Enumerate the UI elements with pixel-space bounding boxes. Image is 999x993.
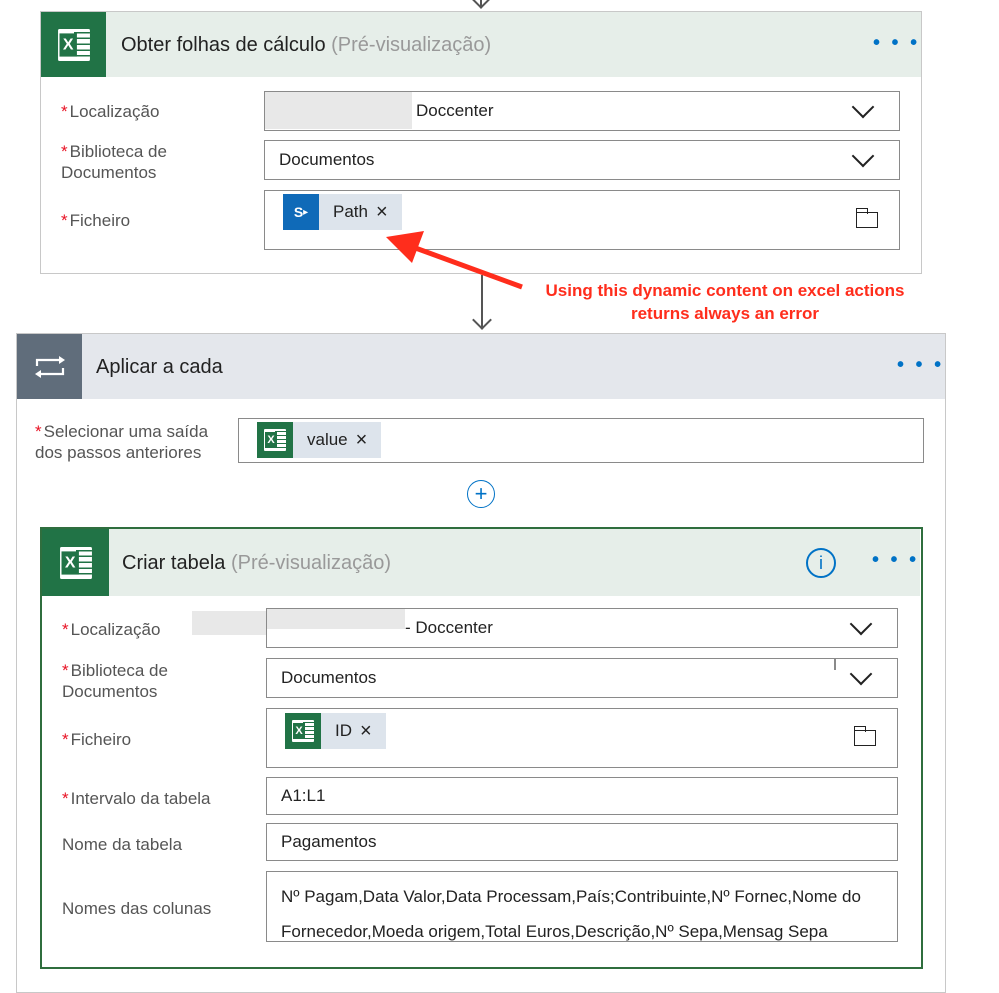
card-title: Obter folhas de cálculo	[121, 34, 326, 56]
card-title: Criar tabela	[122, 552, 226, 574]
location-dropdown[interactable]: Doccenter	[264, 91, 900, 131]
table-name-label: Nome da tabela	[62, 835, 183, 854]
loop-title: Aplicar a cada	[96, 356, 223, 378]
chevron-down-icon	[851, 95, 875, 119]
file-input[interactable]: S ▸ Path ×	[264, 190, 900, 250]
remove-token-icon[interactable]: ×	[376, 201, 388, 224]
more-options-icon[interactable]: • • •	[897, 354, 944, 377]
card-header[interactable]: X Criar tabela (Pré-visualização) i • • …	[42, 529, 920, 596]
excel-icon: X	[285, 713, 321, 749]
top-arrowhead-icon	[471, 0, 491, 9]
location-dropdown[interactable]: - Doccenter	[266, 608, 898, 648]
folder-icon[interactable]	[853, 726, 876, 746]
preview-tag: (Pré-visualização)	[230, 552, 392, 574]
sharepoint-icon: S ▸	[283, 194, 319, 230]
loop-icon	[17, 334, 82, 399]
excel-icon: X	[257, 422, 293, 458]
file-input[interactable]: X ID ×	[266, 708, 898, 768]
remove-token-icon[interactable]: ×	[356, 429, 368, 452]
annotation-text: Using this dynamic content on excel acti…	[545, 281, 905, 323]
connector-arrowhead-icon	[472, 310, 492, 330]
loop-header[interactable]: Aplicar a cada • • •	[17, 334, 945, 399]
excel-icon: X	[41, 12, 106, 77]
apply-to-each-container: Aplicar a cada • • • * Selecionar uma saí…	[16, 333, 946, 993]
add-step-icon[interactable]: +	[467, 480, 495, 508]
redacted-block	[265, 92, 412, 129]
remove-token-icon[interactable]: ×	[360, 720, 372, 743]
columns-label: Nomes das colunas	[62, 899, 212, 918]
columns-input[interactable]: Nº Pagam,Data Valor,Data Processam,País;…	[266, 871, 898, 942]
library-label: * Biblioteca de Documentos	[61, 142, 167, 182]
value-token[interactable]: X value ×	[257, 422, 382, 458]
file-label: * Ficheiro	[62, 730, 132, 749]
chevron-down-icon	[851, 144, 875, 168]
info-icon[interactable]: i	[806, 548, 836, 578]
library-dropdown[interactable]: Documentos	[264, 140, 900, 180]
select-output-input[interactable]: X value ×	[238, 418, 924, 463]
range-input[interactable]: A1:L1	[266, 777, 898, 815]
chevron-down-icon	[849, 612, 873, 636]
select-output-label: * Selecionar uma saída dos passos anterio…	[35, 422, 209, 462]
excel-icon: X	[42, 529, 109, 596]
library-dropdown[interactable]: Documentos	[266, 658, 898, 698]
card-header[interactable]: X Obter folhas de cálculo (Pré-visualiza…	[41, 12, 921, 77]
library-label: * Biblioteca de Documentos	[62, 661, 168, 701]
more-options-icon[interactable]: • • •	[873, 32, 920, 55]
location-label: * Localização	[62, 620, 161, 639]
preview-tag: (Pré-visualização)	[331, 34, 492, 56]
table-name-input[interactable]: Pagamentos	[266, 823, 898, 861]
location-label: * Localização	[61, 102, 160, 121]
file-label: * Ficheiro	[61, 211, 131, 230]
id-token[interactable]: X ID ×	[285, 713, 386, 749]
chevron-down-icon	[849, 662, 873, 686]
more-options-icon[interactable]: • • •	[872, 549, 919, 572]
card-create-table: X Criar tabela (Pré-visualização) i • • …	[40, 527, 923, 969]
range-label: * Intervalo da tabela	[62, 789, 211, 808]
annotation-arrow	[386, 231, 523, 290]
folder-icon[interactable]	[855, 208, 878, 228]
